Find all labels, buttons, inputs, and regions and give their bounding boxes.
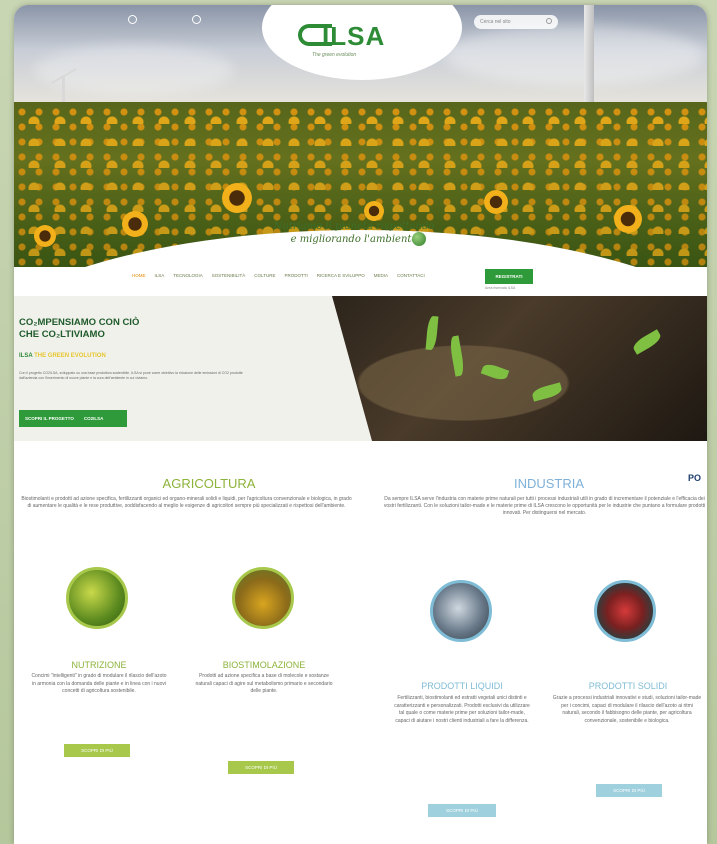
nav-item-ricerca[interactable]: RICERCA E SVILUPPO [317,273,365,278]
register-button[interactable]: REGISTRATI [485,269,533,284]
biostimolazione-image[interactable] [232,567,294,629]
sprout-leaf [631,329,663,355]
nutrizione-title[interactable]: NUTRIZIONE [34,660,164,670]
nutrizione-text: Concimi "intelligenti" in grado di modul… [31,673,167,694]
biostimolazione-more-button[interactable]: SCOPRI DI PIÙ [228,761,294,774]
cloud [444,25,704,85]
search-icon[interactable] [546,18,552,24]
topbar-link-mid[interactable] [192,15,204,24]
prodotti-solidi-title[interactable]: PRODOTTI SOLIDI [562,681,694,691]
co2-description: Con il progetto CO2ILSA, sviluppato su u… [19,371,243,380]
co2-title: CO₂MPENSIAMO CON CIÒ CHE CO₂LTIVIAMO [19,317,199,341]
ilsa-logo[interactable]: ILSA [298,19,408,53]
co2-button-label: SCOPRI IL PROGETTO [25,416,74,421]
main-nav: HOME ILSA TECNOLOGIA SOSTENIBILITÀ COLTU… [14,268,707,296]
nav-item-prodotti[interactable]: PRODOTTI [284,273,307,278]
tagline-line: e migliorando l'ambiente [290,234,418,245]
co2-sub-brand: ILSA [19,353,33,359]
sprout-leaf [425,315,439,351]
sprout-leaf [480,361,510,383]
tagline-line: Nutriamo il pianeta rispettando [273,221,435,232]
sunflower [222,183,252,213]
nav-item-ilsa[interactable]: ILSA [155,273,165,278]
search-placeholder: Cerca nel sito [480,19,511,25]
hero-tagline: Nutriamo il pianeta rispettando e miglio… [244,220,464,246]
logo-tagline: The green evolution [312,52,357,58]
topbar-link-left[interactable] [128,15,140,24]
nav-items: HOME ILSA TECNOLOGIA SOSTENIBILITÀ COLTU… [132,273,425,278]
nutrizione-more-button[interactable]: SCOPRI DI PIÙ [64,744,130,757]
prodotti-liquidi-more-button[interactable]: SCOPRI DI PIÙ [428,804,496,817]
co2-subtitle: ILSA THE GREEN EVOLUTION [19,353,106,359]
prodotti-liquidi-title[interactable]: PRODOTTI LIQUIDI [394,681,530,691]
browser-frame: Nutriamo il pianeta rispettando e miglio… [14,5,707,844]
co2-sub-accent: THE GREEN EVOLUTION [34,353,106,359]
prodotti-solidi-text: Grazie a processi industriali innovativi… [552,695,702,724]
register-sublabel: Area riservata ILSA [485,286,516,290]
co2-discover-button[interactable]: SCOPRI IL PROGETTO CO2ILSA [19,410,127,427]
sprout-leaf [530,382,564,402]
sprout-leaf [448,335,466,377]
partner-badge: PO [688,473,702,483]
logo-text: ILSA [322,21,386,51]
mail-icon [192,15,201,24]
nav-item-colture[interactable]: COLTURE [254,273,275,278]
sunflower [614,205,642,233]
co2-title-line: CO₂MPENSIAMO CON CIÒ [19,317,140,328]
sunflower [34,225,56,247]
sunflower [122,211,148,237]
biostimolazione-title[interactable]: BIOSTIMOLAZIONE [199,660,329,670]
search-input[interactable]: Cerca nel sito [474,15,558,29]
globe-icon [412,232,426,246]
nav-item-tecnologia[interactable]: TECNOLOGIA [173,273,203,278]
hero: Nutriamo il pianeta rispettando e miglio… [14,5,707,295]
user-icon [128,15,137,24]
nav-item-contattaci[interactable]: CONTATTACI [397,273,425,278]
nav-item-home[interactable]: HOME [132,273,146,278]
nutrizione-image[interactable] [66,567,128,629]
wind-turbine [62,77,65,103]
co2-button-tag: CO2ILSA [83,416,104,421]
sunflower [484,190,508,214]
sunflower [364,201,384,221]
seedlings-photo [332,296,707,441]
co2-title-line: CHE CO₂LTIVIAMO [19,329,105,340]
wind-turbine [584,5,594,113]
prodotti-liquidi-text: Fertilizzanti, biostimolanti ed estratti… [394,695,530,724]
prodotti-solidi-image[interactable] [594,580,656,642]
agricoltura-title: AGRICOLTURA [162,476,256,491]
industria-title: INDUSTRIA [513,476,585,491]
industria-text: Da sempre ILSA serve l'industria con mat… [383,496,706,516]
nav-item-sostenibilita[interactable]: SOSTENIBILITÀ [212,273,246,278]
biostimolazione-text: Prodotti ad azione specifica a base di m… [195,673,333,694]
nav-item-media[interactable]: MEDIA [374,273,388,278]
prodotti-liquidi-image[interactable] [430,580,492,642]
prodotti-solidi-more-button[interactable]: SCOPRI DI PIÙ [596,784,662,797]
agricoltura-text: Biostimolanti e prodotti ad azione speci… [21,496,352,509]
